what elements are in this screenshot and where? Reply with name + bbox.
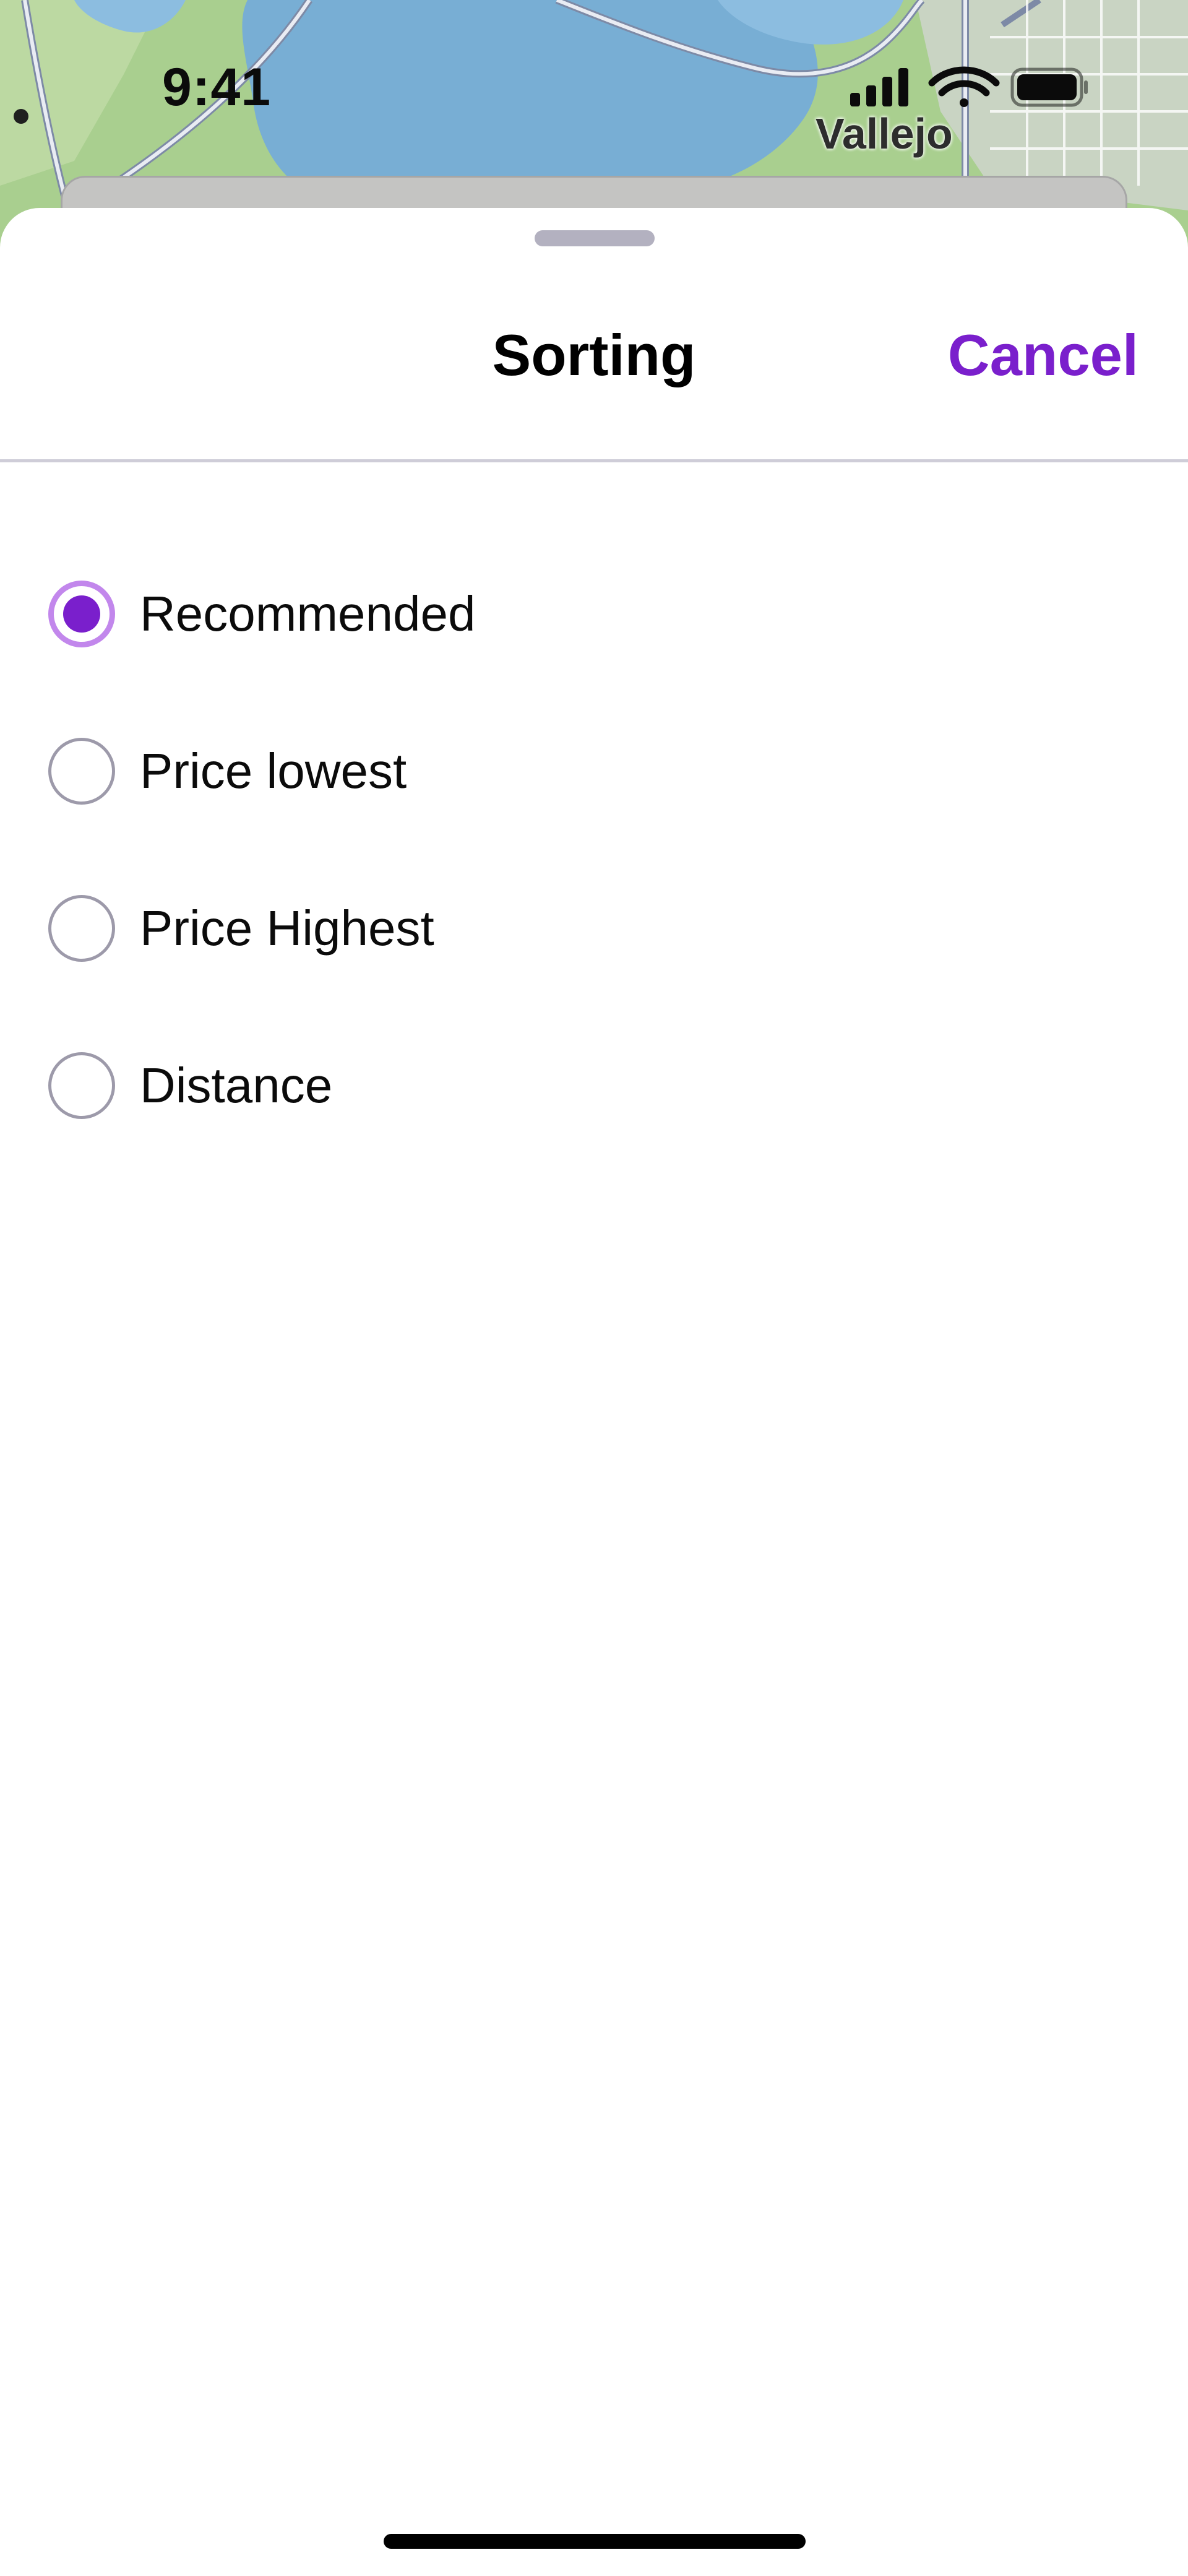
status-icons [850, 66, 1089, 110]
wifi-icon [928, 66, 1000, 107]
sort-option-price-lowest[interactable]: Price lowest [48, 728, 1137, 815]
radio-recommended[interactable] [48, 581, 115, 647]
header-divider [0, 459, 1188, 462]
sort-option-label: Price Highest [140, 901, 434, 956]
radio-price-highest[interactable] [48, 895, 115, 962]
sorting-sheet: Sorting Cancel Recommended Price lowest … [0, 208, 1188, 2576]
battery-icon [1010, 67, 1088, 107]
cancel-button[interactable]: Cancel [948, 322, 1138, 389]
radio-distance[interactable] [48, 1052, 115, 1119]
map-location-dot [14, 109, 28, 124]
sort-option-label: Recommended [140, 586, 476, 641]
sort-option-recommended[interactable]: Recommended [48, 571, 1137, 657]
sort-option-price-highest[interactable]: Price Highest [48, 885, 1137, 972]
status-time: 9:41 [162, 58, 272, 117]
sheet-grabber[interactable] [535, 230, 655, 246]
home-indicator[interactable] [384, 2534, 806, 2549]
sorting-screen: Vallejo 9:41 Sorting Cancel Recommended … [0, 0, 1188, 2576]
sort-option-label: Price lowest [140, 743, 407, 798]
radio-price-lowest[interactable] [48, 738, 115, 805]
sort-option-label: Distance [140, 1058, 333, 1113]
map-place-label: Vallejo [816, 110, 953, 158]
signal-icon [850, 68, 908, 106]
sort-option-distance[interactable]: Distance [48, 1042, 1137, 1129]
